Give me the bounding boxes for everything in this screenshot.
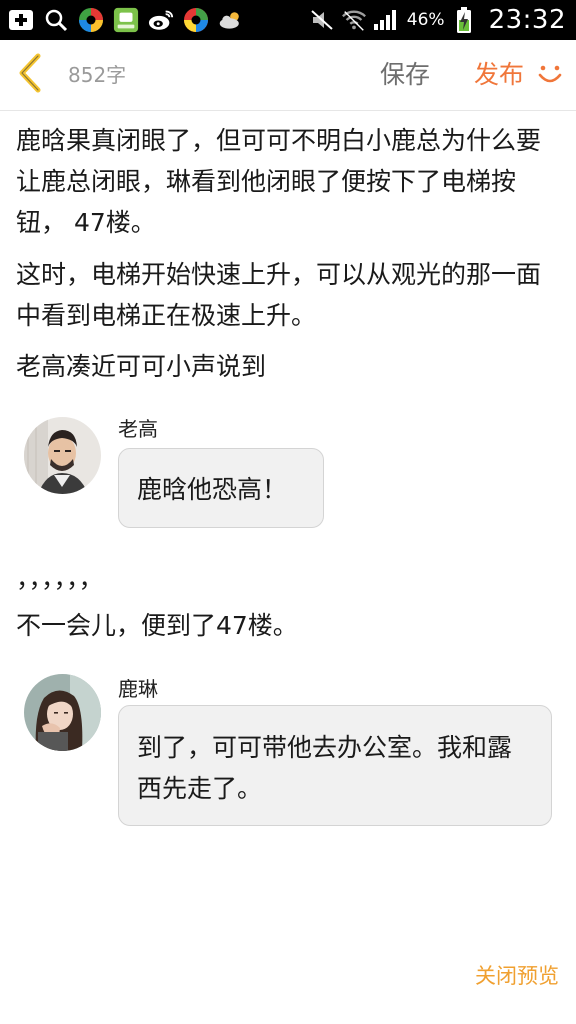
close-preview-button[interactable]: 关闭预览 (475, 960, 559, 990)
publish-button[interactable]: 发布 (474, 40, 524, 110)
system-icons: 46% 23:32 (309, 0, 566, 40)
message-bubble: 到了，可可带他去办公室。我和露西先走了。 (118, 705, 552, 826)
speaker-name: 老高 (118, 417, 158, 441)
app-green-icon (78, 7, 104, 33)
story-paragraph: 老高凑近可可小声说到 (16, 352, 267, 381)
add-box-icon (8, 7, 34, 33)
save-button[interactable]: 保存 (380, 40, 430, 110)
story-paragraph: ，，，，，， (16, 564, 104, 593)
avatar (24, 417, 101, 494)
cloud-weather-icon (218, 7, 244, 33)
app-pad-icon (113, 7, 139, 33)
story-paragraph: 这时，电梯开始快速上升，可以从观光的那一面中看到电梯正在极速上升。 (16, 260, 542, 330)
search-icon (43, 7, 69, 33)
word-count: 852字 (68, 63, 127, 87)
mute-icon (309, 7, 335, 33)
wifi-icon (341, 7, 367, 33)
back-button[interactable] (12, 53, 48, 97)
battery-percent: 46% (406, 10, 445, 30)
signal-icon (373, 7, 399, 33)
clock: 23:32 (488, 5, 566, 35)
notification-icons (8, 0, 244, 40)
editor-toolbar: 852字 保存 发布 (0, 40, 576, 111)
speaker-name: 鹿琳 (118, 677, 158, 701)
smile-icon[interactable] (536, 60, 564, 88)
battery-charging-icon (451, 7, 477, 33)
chevron-left-icon (16, 53, 44, 97)
status-bar: 46% 23:32 (0, 0, 576, 40)
app-colorful-icon (183, 7, 209, 33)
avatar (24, 674, 101, 751)
message-text: 到了，可可带他去办公室。我和露西先走了。 (137, 733, 513, 803)
story-paragraph: 鹿晗果真闭眼了，但可可不明白小鹿总为什么要让鹿总闭眼，琳看到他闭眼了便按下了电梯… (16, 126, 542, 237)
weibo-icon (148, 7, 174, 33)
message-bubble: 鹿晗他恐高！ (118, 448, 324, 528)
message-text: 鹿晗他恐高！ (137, 475, 288, 504)
story-paragraph: 不一会儿，便到了47楼。 (16, 611, 298, 640)
